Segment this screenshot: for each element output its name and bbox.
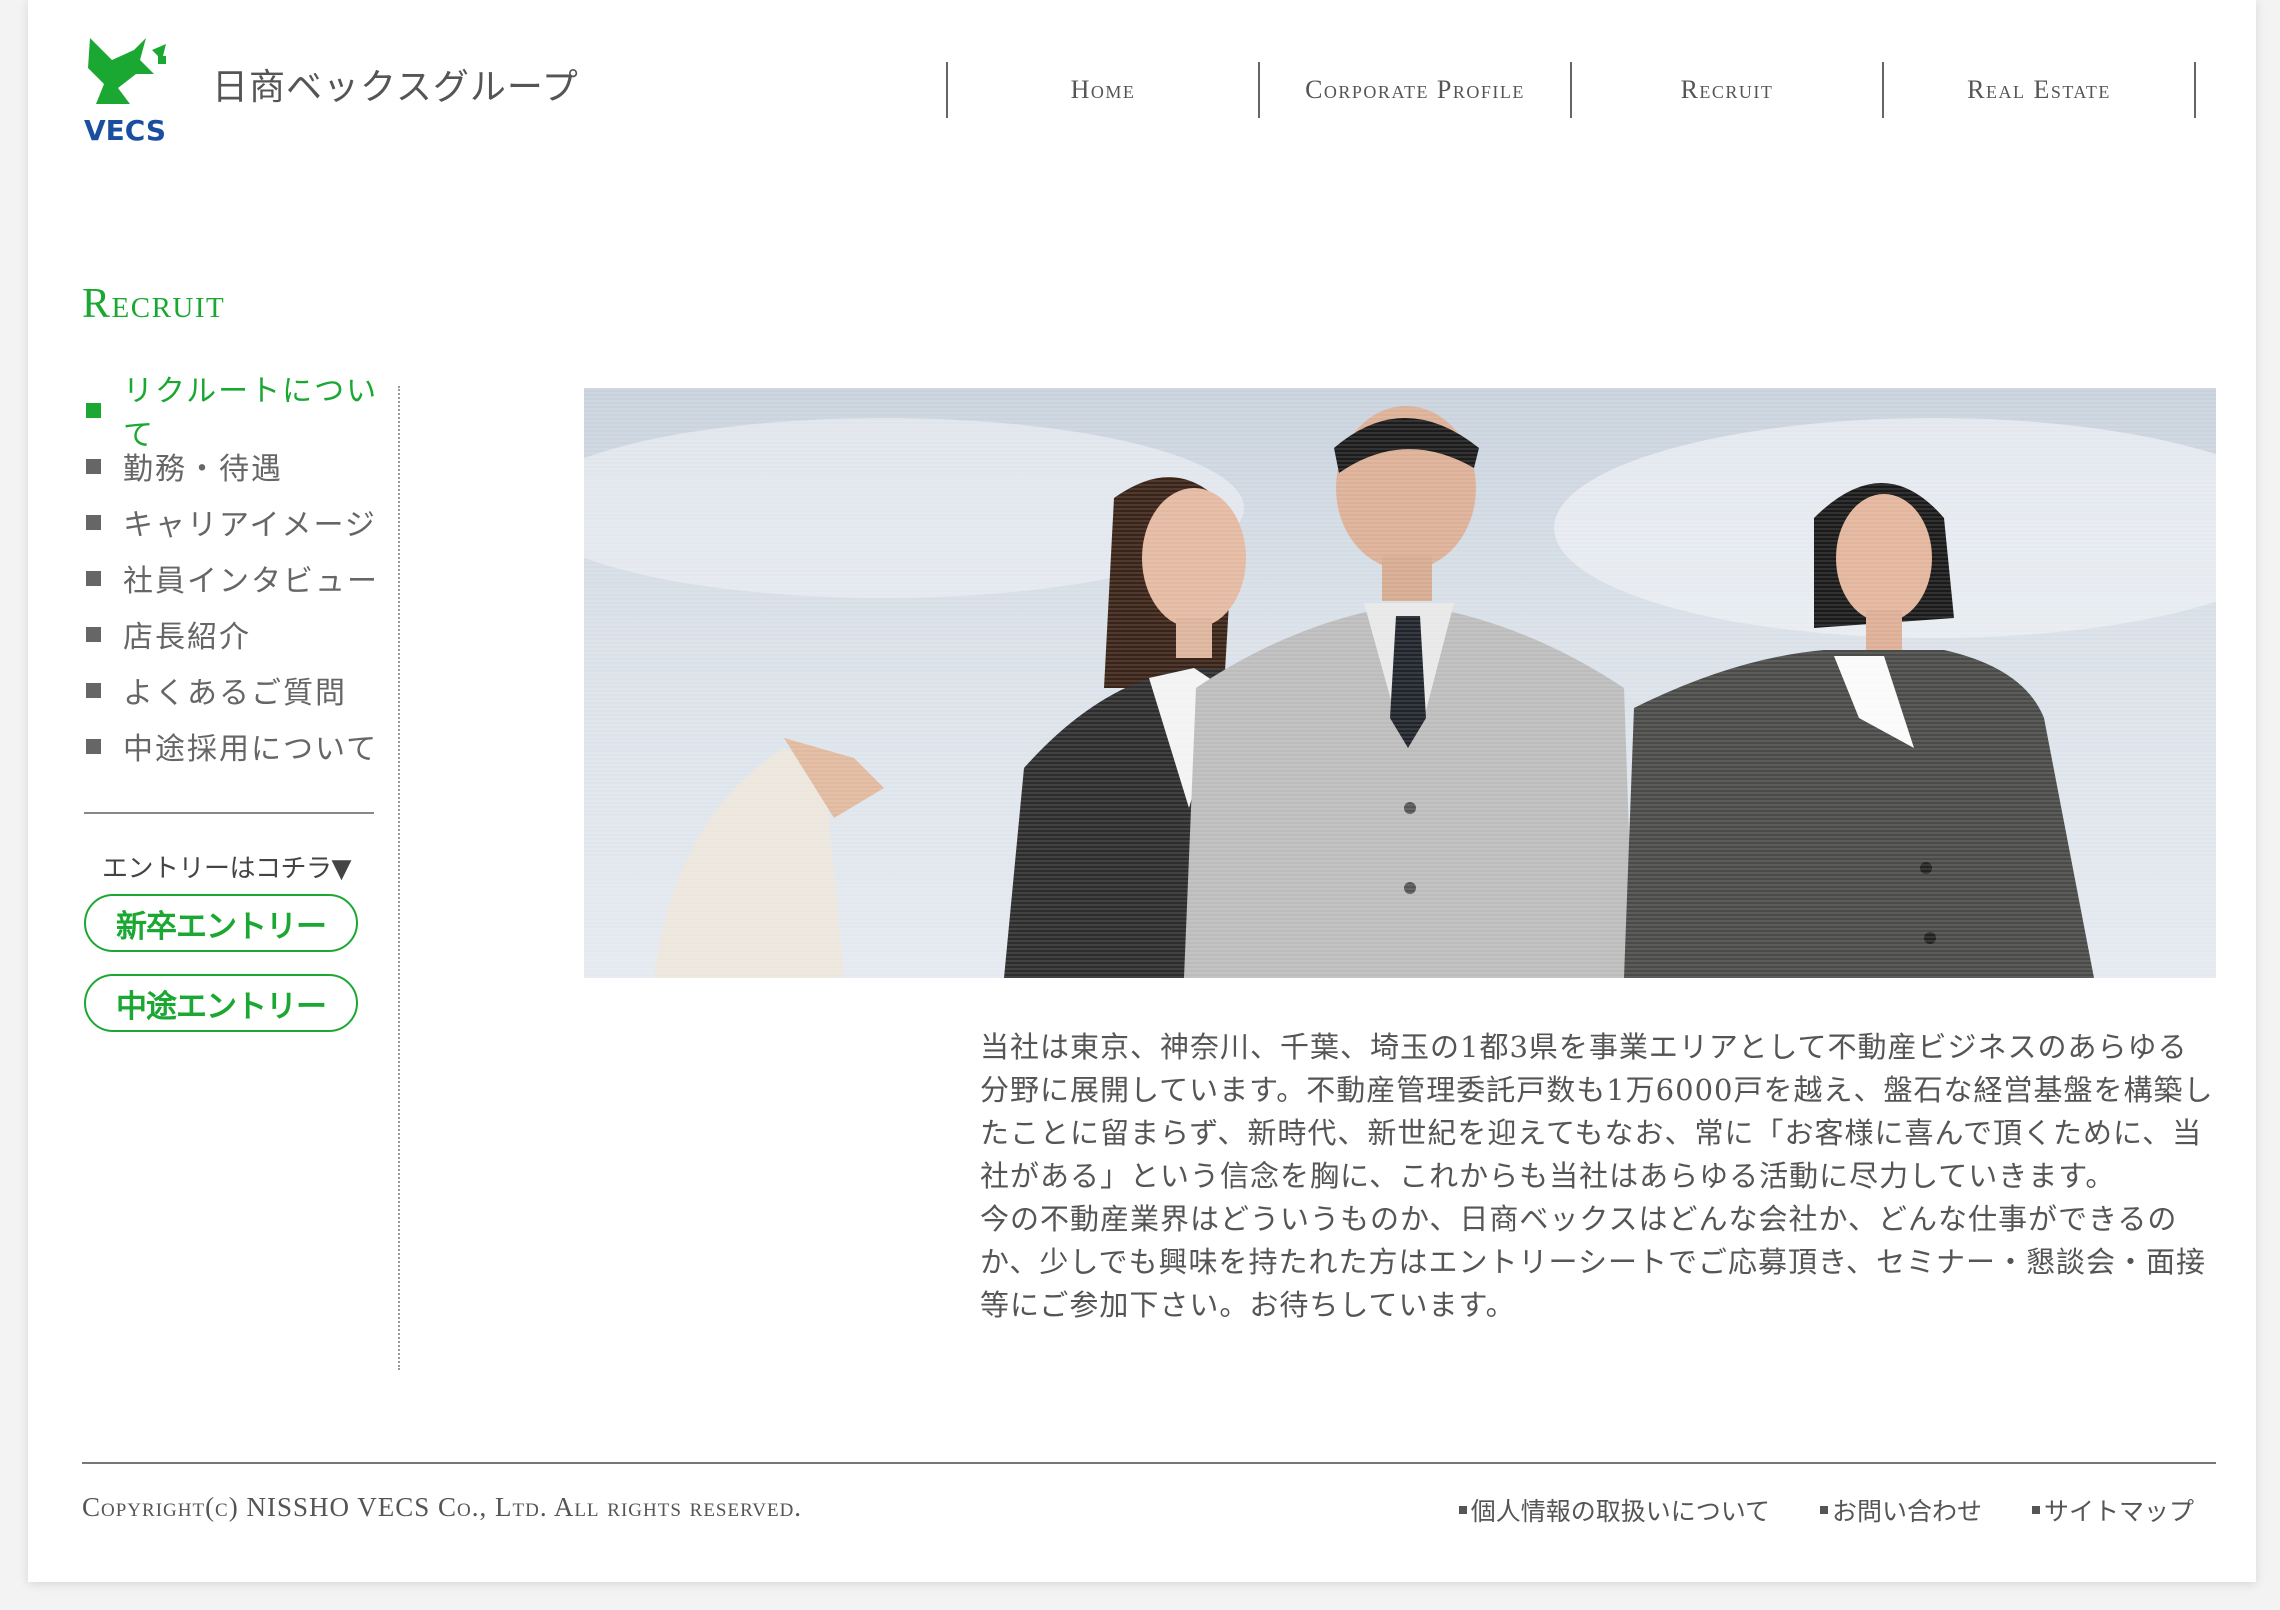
sidebar-divider [398, 386, 400, 1370]
footer-link-privacy[interactable]: 個人情報の取扱いについて [1458, 1492, 1770, 1528]
nav-real-estate[interactable]: Real Estate [1882, 62, 2196, 118]
hero-photo-illustration [584, 388, 2216, 978]
sidebar-item-label: 社員インタビュー [123, 564, 379, 599]
nav-home[interactable]: Home [946, 62, 1258, 118]
main-nav: Home Corporate Profile Recruit Real Esta… [946, 62, 2196, 118]
sidebar-item-career-image[interactable]: キャリアイメージ [82, 494, 402, 550]
nav-recruit[interactable]: Recruit [1570, 62, 1882, 118]
footer-link-sitemap[interactable]: サイトマップ [2031, 1492, 2194, 1528]
recruit-intro-text: 当社は東京、神奈川、千葉、埼玉の1都3県を事業エリアとして不動産ビジネスのあらゆ… [980, 1026, 2216, 1327]
intro-paragraph-2: 今の不動産業界はどういうものか、日商ベックスはどんな会社か、どんな仕事ができるの… [980, 1202, 2206, 1322]
sidebar-nav: リクルートについて 勤務・待遇 キャリアイメージ 社員インタビュー 店長紹介 よ… [82, 374, 402, 774]
bullet-icon [1458, 1506, 1467, 1514]
sidebar-item-employee-interview[interactable]: 社員インタビュー [82, 550, 402, 606]
sidebar-item-label: 勤務・待遇 [123, 452, 283, 487]
footer-links: 個人情報の取扱いについて お問い合わせ サイトマップ [1458, 1492, 2194, 1528]
square-bullet-icon [86, 626, 101, 642]
square-bullet-icon [86, 458, 101, 474]
square-bullet-icon [86, 514, 101, 530]
sidebar-item-label: 店長紹介 [123, 620, 251, 655]
sidebar-item-label: よくあるご質問 [123, 676, 347, 711]
logo-mark-icon: VECS [84, 38, 166, 147]
sidebar-rule [84, 812, 374, 814]
footer-link-contact[interactable]: お問い合わせ [1819, 1492, 1982, 1528]
intro-paragraph-1: 当社は東京、神奈川、千葉、埼玉の1都3県を事業エリアとして不動産ビジネスのあらゆ… [980, 1030, 2214, 1193]
footer-rule [82, 1462, 2216, 1464]
footer-link-label: お問い合わせ [1831, 1497, 1982, 1526]
page: VECS 日商ベックスグループ Home Corporate Profile R… [28, 0, 2256, 1582]
sidebar-item-mid-career[interactable]: 中途採用について [82, 718, 402, 774]
sidebar-item-label: 中途採用について [123, 732, 379, 767]
square-bullet-icon [86, 738, 101, 754]
vecs-logo[interactable]: VECS [82, 30, 182, 150]
logo-text: VECS [84, 114, 166, 147]
sidebar-item-store-managers[interactable]: 店長紹介 [82, 606, 402, 662]
bullet-icon [2031, 1506, 2040, 1514]
square-bullet-icon [86, 682, 101, 698]
sidebar-item-label: リクルートについて [123, 374, 379, 453]
copyright: Copyright(c) NISSHO VECS Co., Ltd. All r… [82, 1492, 803, 1522]
section-title: Recruit [82, 281, 226, 327]
footer-link-label: サイトマップ [2043, 1497, 2194, 1526]
sidebar-item-about-recruit[interactable]: リクルートについて [82, 374, 402, 453]
square-bullet-icon [86, 570, 101, 586]
square-bullet-icon [86, 402, 101, 418]
sidebar-item-label: キャリアイメージ [123, 508, 377, 543]
new-grad-entry-button[interactable]: 新卒エントリー [84, 894, 358, 952]
bullet-icon [1819, 1506, 1828, 1514]
hero-image [584, 388, 2216, 978]
entry-caption: エントリーはコチラ▼ [102, 854, 352, 884]
footer-link-label: 個人情報の取扱いについて [1470, 1497, 1770, 1526]
group-name: 日商ベックスグループ [212, 67, 579, 108]
sidebar-item-faq[interactable]: よくあるご質問 [82, 662, 402, 718]
nav-corporate-profile[interactable]: Corporate Profile [1258, 62, 1570, 118]
mid-career-entry-button[interactable]: 中途エントリー [84, 974, 358, 1032]
